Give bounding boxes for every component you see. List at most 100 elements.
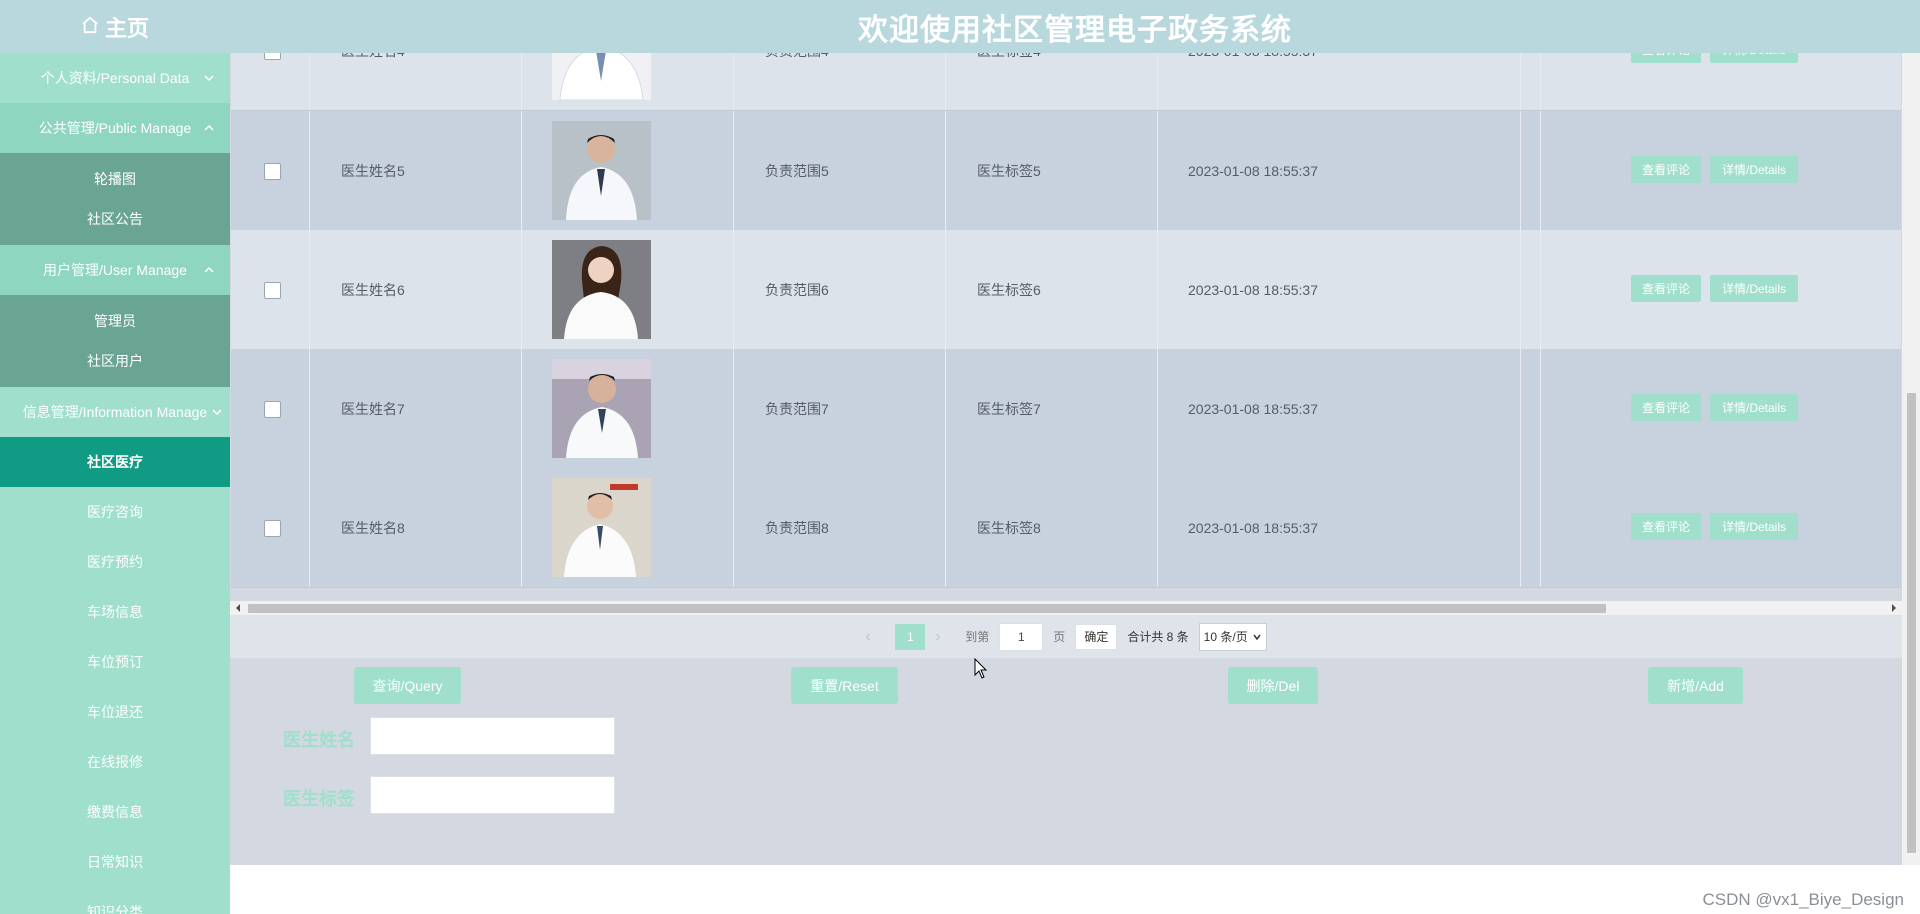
details-button[interactable]: 详情/Details: [1710, 275, 1798, 302]
view-comments-button[interactable]: 查看评论: [1631, 513, 1701, 540]
details-button[interactable]: 详情/Details: [1710, 513, 1798, 540]
doctor-table: 医生姓名4 负责范围4 医生标签4 2023-01-08 18:55:37 查看…: [231, 53, 1901, 601]
menu-group-label: 信息管理/Information Manage: [22, 404, 208, 420]
doctor-scope: 负责范围6: [765, 281, 829, 298]
menu-group-user-manage[interactable]: 用户管理/User Manage: [0, 245, 230, 295]
row-checkbox[interactable]: [264, 519, 281, 537]
total-count: 合计共 8 条: [1127, 630, 1189, 644]
query-button[interactable]: 查询/Query: [354, 667, 461, 704]
site-title: 欢迎使用社区管理电子政务系统: [858, 13, 1292, 47]
menu-item-admin[interactable]: 管理员: [0, 301, 230, 341]
created-time: 2023-01-08 18:55:37: [1188, 400, 1318, 417]
menu-item-medical-appointment[interactable]: 医疗预约: [0, 537, 230, 587]
chevron-down-icon: [1253, 634, 1261, 640]
doctor-scope: 负责范围7: [765, 400, 829, 417]
page-number-current[interactable]: 1: [895, 623, 926, 650]
scrollbar-thumb[interactable]: [1907, 393, 1916, 853]
main-content: 医生姓名4 负责范围4 医生标签4 2023-01-08 18:55:37 查看…: [230, 53, 1902, 865]
add-button[interactable]: 新增/Add: [1648, 667, 1743, 704]
scroll-left-arrow-icon[interactable]: [233, 603, 243, 613]
view-comments-button[interactable]: 查看评论: [1631, 156, 1701, 183]
created-time: 2023-01-08 18:55:37: [1188, 281, 1318, 298]
created-time: 2023-01-08 18:55:37: [1188, 53, 1318, 110]
delete-button[interactable]: 删除/Del: [1228, 667, 1318, 704]
doctor-name: 医生姓名7: [341, 400, 405, 417]
doctor-scope: 负责范围5: [765, 162, 829, 179]
menu-group-label: 公共管理/Public Manage: [38, 120, 192, 136]
row-checkbox[interactable]: [264, 162, 281, 180]
next-page-icon[interactable]: ›: [935, 628, 955, 646]
doctor-photo: [552, 53, 651, 100]
menu-group-personal-data[interactable]: 个人资料/Personal Data: [0, 53, 230, 103]
doctor-tag: 医生标签7: [977, 400, 1041, 417]
menu-item-parking-info[interactable]: 车场信息: [0, 587, 230, 637]
created-time: 2023-01-08 18:55:37: [1188, 162, 1318, 179]
row-checkbox[interactable]: [264, 400, 281, 418]
doctor-photo: [552, 240, 651, 339]
menu-group-information-manage[interactable]: 信息管理/Information Manage: [0, 387, 230, 437]
details-button[interactable]: 详情/Details: [1710, 156, 1798, 183]
view-comments-button[interactable]: 查看评论: [1631, 394, 1701, 421]
doctor-tag-label: 医生标签: [283, 789, 355, 809]
table-horizontal-scrollbar[interactable]: [230, 601, 1902, 615]
chevron-down-icon: [212, 409, 222, 416]
table-row: 医生姓名8 负责范围8 医生标签8 2023-01-08 18:55:37 查看…: [231, 468, 1901, 588]
view-comments-button[interactable]: 查看评论: [1631, 53, 1701, 63]
prev-page-icon[interactable]: ‹: [865, 628, 885, 646]
details-button[interactable]: 详情/Details: [1710, 53, 1798, 63]
menu-group-public-manage[interactable]: 公共管理/Public Manage: [0, 103, 230, 153]
doctor-tag: 医生标签6: [977, 281, 1041, 298]
watermark: CSDN @vx1_Biye_Design: [1702, 890, 1904, 909]
row-checkbox[interactable]: [264, 53, 281, 60]
page-size-value: 10 条/页: [1203, 630, 1248, 644]
pagination: ‹ 1 › 到第 页 确定 合计共 8 条 10 条/页: [230, 615, 1902, 658]
table-row: 医生姓名6 负责范围6 医生标签6 2023-01-08 18:55:37 查看…: [231, 230, 1901, 350]
table-row: 医生姓名7 负责范围7 医生标签7 2023-01-08 18:55:37 查看…: [231, 349, 1901, 469]
menu-item-carousel[interactable]: 轮播图: [0, 159, 230, 199]
goto-confirm-button[interactable]: 确定: [1075, 623, 1118, 650]
details-button[interactable]: 详情/Details: [1710, 394, 1798, 421]
doctor-name: 医生姓名8: [341, 519, 405, 536]
menu-item-knowledge-category[interactable]: 知识分类: [0, 887, 230, 914]
menu-item-parking-return[interactable]: 车位退还: [0, 687, 230, 737]
doctor-name: 医生姓名5: [341, 162, 405, 179]
scroll-right-arrow-icon[interactable]: [1889, 603, 1899, 613]
doctor-name-label: 医生姓名: [283, 730, 355, 750]
menu-item-parking-booking[interactable]: 车位预订: [0, 637, 230, 687]
doctor-tag: 医生标签4: [977, 53, 1041, 110]
created-time: 2023-01-08 18:55:37: [1188, 519, 1318, 536]
page-vertical-scrollbar[interactable]: [1902, 53, 1920, 865]
menu-item-daily-knowledge[interactable]: 日常知识: [0, 837, 230, 887]
scrollbar-thumb[interactable]: [248, 604, 1606, 613]
menu-item-online-repair[interactable]: 在线报修: [0, 737, 230, 787]
menu-group-label: 个人资料/Personal Data: [40, 70, 190, 86]
menu-item-community-notice[interactable]: 社区公告: [0, 199, 230, 239]
doctor-name-input[interactable]: [370, 717, 615, 755]
menu-item-community-medical[interactable]: 社区医疗: [0, 437, 230, 487]
goto-page-input[interactable]: [999, 622, 1044, 651]
reset-button[interactable]: 重置/Reset: [791, 667, 898, 704]
doctor-tag: 医生标签8: [977, 519, 1041, 536]
menu-item-community-user[interactable]: 社区用户: [0, 341, 230, 381]
table-row: 医生姓名4 负责范围4 医生标签4 2023-01-08 18:55:37 查看…: [231, 53, 1901, 111]
chevron-up-icon: [204, 266, 214, 273]
home-link[interactable]: 主页: [0, 0, 230, 53]
doctor-photo: [552, 121, 651, 220]
submenu-user-manage: 管理员 社区用户: [0, 295, 230, 387]
doctor-tag-input[interactable]: [370, 776, 615, 814]
top-header: 主页 欢迎使用社区管理电子政务系统: [0, 0, 1920, 53]
chevron-up-icon: [204, 124, 214, 131]
sidebar: 个人资料/Personal Data 公共管理/Public Manage 轮播…: [0, 53, 230, 914]
doctor-scope: 负责范围4: [765, 53, 829, 110]
page-suffix: 页: [1053, 630, 1066, 644]
doctor-name: 医生姓名4: [341, 53, 405, 110]
view-comments-button[interactable]: 查看评论: [1631, 275, 1701, 302]
home-label: 主页: [104, 15, 149, 41]
row-checkbox[interactable]: [264, 281, 281, 299]
menu-item-medical-consult[interactable]: 医疗咨询: [0, 487, 230, 537]
page-size-select[interactable]: 10 条/页: [1198, 622, 1267, 651]
mouse-cursor-icon: [974, 658, 988, 679]
doctor-tag: 医生标签5: [977, 162, 1041, 179]
menu-item-payment-info[interactable]: 缴费信息: [0, 787, 230, 837]
chevron-down-icon: [204, 75, 214, 82]
